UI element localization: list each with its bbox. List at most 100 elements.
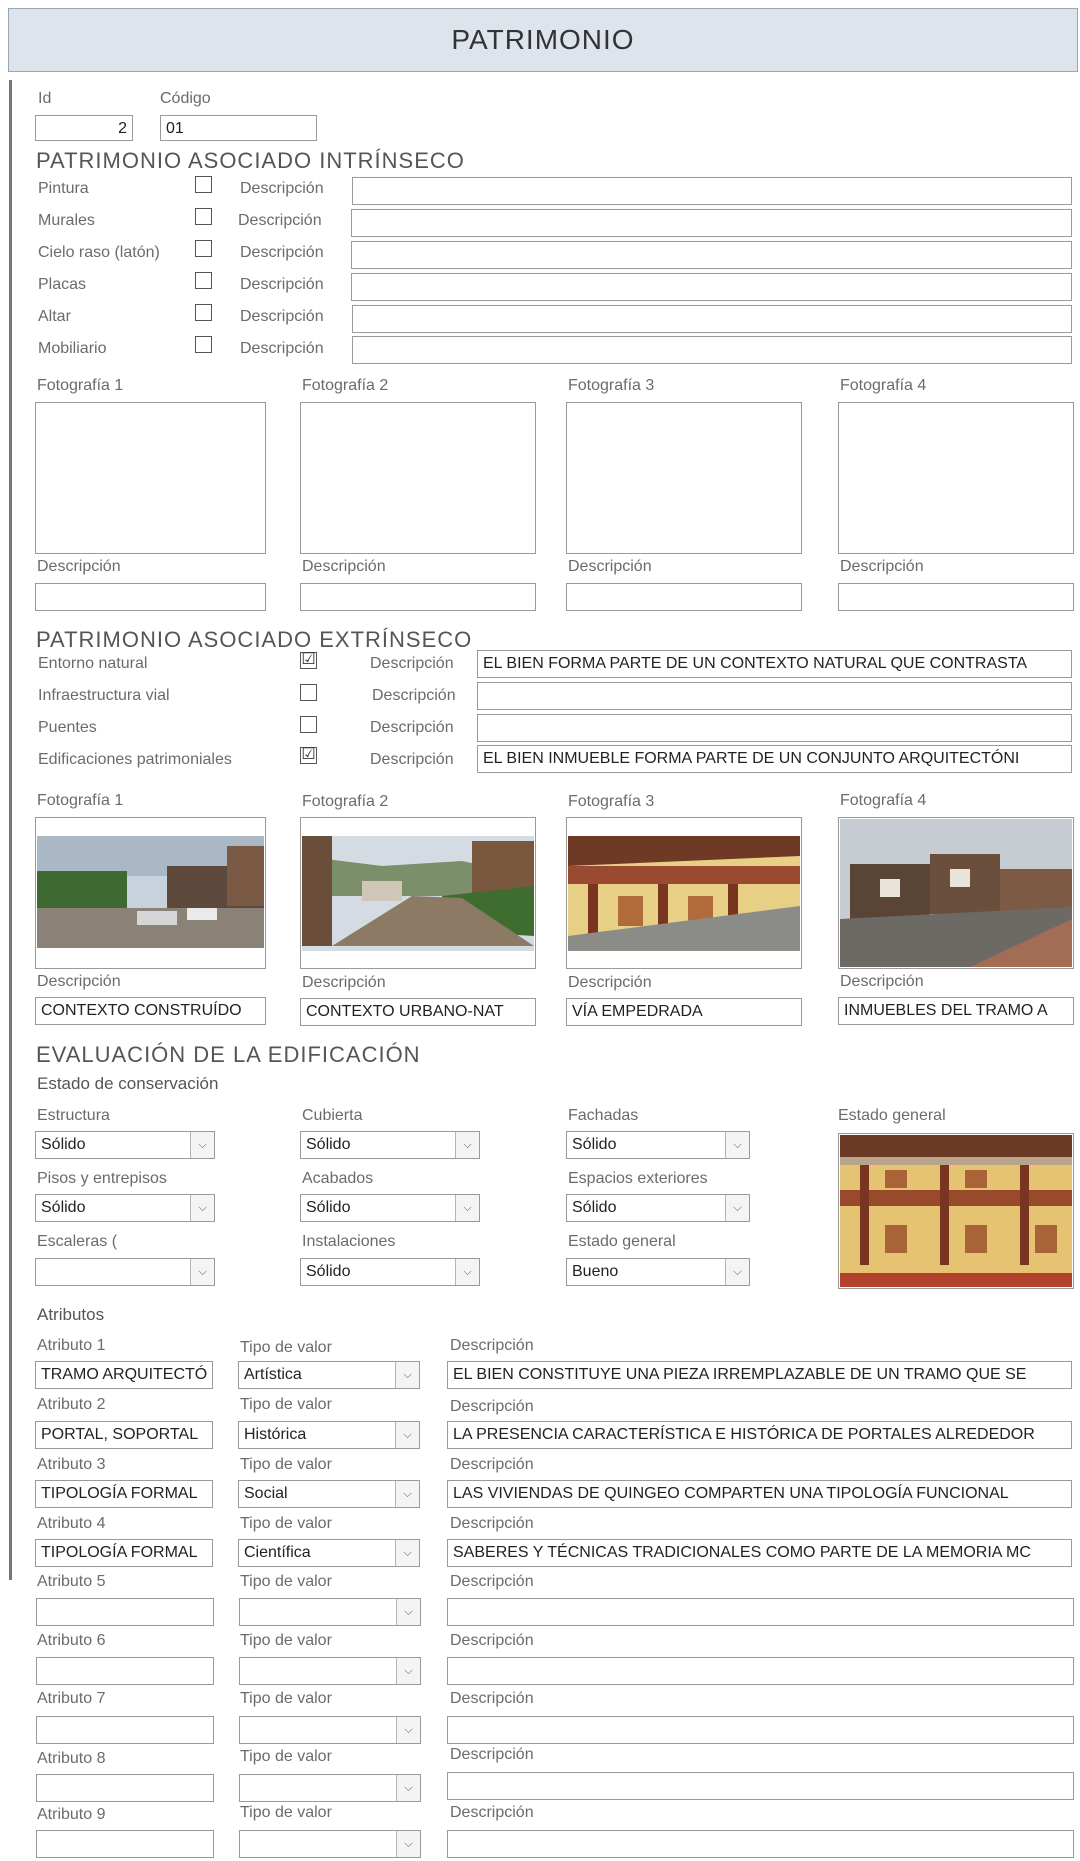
atributo-label: Atributo 4 (37, 1515, 106, 1532)
photo-desc-field[interactable]: INMUEBLES DEL TRAMO A (838, 997, 1074, 1025)
extrinseco-desc-field[interactable] (477, 714, 1072, 742)
photo-desc-field[interactable]: CONTEXTO URBANO-NAT (300, 998, 536, 1026)
atributo-field[interactable] (36, 1830, 214, 1858)
photo-frame[interactable] (35, 817, 266, 969)
tipo-valor-select[interactable]: Científica ⌵ (238, 1539, 420, 1567)
intrinseco-checkbox[interactable] (195, 240, 212, 257)
tipo-valor-select[interactable]: ⌵ (239, 1716, 421, 1744)
chevron-down-icon[interactable]: ⌵ (455, 1195, 479, 1221)
photo-desc-field[interactable] (838, 583, 1074, 611)
atributo-desc-field[interactable]: SABERES Y TÉCNICAS TRADICIONALES COMO PA… (447, 1539, 1072, 1567)
tipo-valor-select[interactable]: Artística ⌵ (238, 1361, 420, 1389)
descripcion-label: Descripción (240, 308, 324, 325)
atributo-desc-field[interactable] (447, 1716, 1074, 1744)
acabados-select[interactable]: Sólido ⌵ (300, 1194, 480, 1222)
id-field[interactable]: 2 (35, 115, 133, 141)
chevron-down-icon[interactable]: ⌵ (395, 1481, 419, 1507)
chevron-down-icon[interactable]: ⌵ (725, 1259, 749, 1285)
espacios-exteriores-select[interactable]: Sólido ⌵ (566, 1194, 750, 1222)
tipo-valor-select[interactable]: ⌵ (239, 1774, 421, 1802)
chevron-down-icon[interactable]: ⌵ (455, 1132, 479, 1158)
pisos-select[interactable]: Sólido ⌵ (35, 1194, 215, 1222)
chevron-down-icon[interactable]: ⌵ (395, 1422, 419, 1448)
atributo-desc-field[interactable] (447, 1772, 1074, 1800)
tipo-valor-select[interactable]: ⌵ (239, 1598, 421, 1626)
photo-frame[interactable] (300, 402, 536, 554)
chevron-down-icon[interactable]: ⌵ (395, 1362, 419, 1388)
chevron-down-icon[interactable]: ⌵ (725, 1132, 749, 1158)
atributo-field[interactable]: TIPOLOGÍA FORMAL (35, 1539, 213, 1567)
atributo-desc-field[interactable]: LA PRESENCIA CARACTERÍSTICA E HISTÓRICA … (447, 1421, 1072, 1449)
atributo-field[interactable]: PORTAL, SOPORTAL (35, 1421, 213, 1449)
photo-frame[interactable] (838, 402, 1074, 554)
photo-frame[interactable] (35, 402, 266, 554)
intrinseco-desc-field[interactable] (351, 209, 1072, 237)
tipo-valor-select[interactable]: ⌵ (239, 1657, 421, 1685)
field-label: Escaleras ( (37, 1233, 118, 1250)
photo-desc-field[interactable] (566, 583, 802, 611)
chevron-down-icon[interactable]: ⌵ (396, 1599, 420, 1625)
atributo-field[interactable] (36, 1657, 214, 1685)
chevron-down-icon[interactable]: ⌵ (396, 1831, 420, 1857)
photo-desc-field[interactable]: CONTEXTO CONSTRUÍDO (35, 997, 266, 1025)
intrinseco-checkbox[interactable] (195, 304, 212, 321)
atributo-field[interactable] (36, 1598, 214, 1626)
tipo-valor-select[interactable]: Histórica ⌵ (238, 1421, 420, 1449)
estado-general-select[interactable]: Bueno ⌵ (566, 1258, 750, 1286)
photo-frame[interactable] (566, 817, 802, 969)
photo-desc-field[interactable] (300, 583, 536, 611)
fachadas-select[interactable]: Sólido ⌵ (566, 1131, 750, 1159)
photo-desc-field[interactable] (35, 583, 266, 611)
extrinseco-checkbox[interactable] (300, 684, 317, 701)
extrinseco-desc-field[interactable]: EL BIEN INMUEBLE FORMA PARTE DE UN CONJU… (477, 745, 1072, 773)
atributo-desc-field[interactable] (447, 1830, 1074, 1858)
photo-frame[interactable] (566, 402, 802, 554)
codigo-field[interactable]: 01 (160, 115, 317, 141)
atributo-desc-field[interactable]: LAS VIVIENDAS DE QUINGEO COMPARTEN UNA T… (447, 1480, 1072, 1508)
intrinseco-desc-field[interactable] (351, 241, 1072, 269)
intrinseco-checkbox[interactable] (195, 272, 212, 289)
extrinseco-checkbox-checked[interactable]: ☑ (300, 652, 317, 669)
photo-frame[interactable] (300, 817, 536, 969)
intrinseco-checkbox[interactable] (195, 176, 212, 193)
intrinseco-desc-field[interactable] (352, 177, 1072, 205)
photo-desc-field[interactable]: VÍA EMPEDRADA (566, 998, 802, 1026)
chevron-down-icon[interactable]: ⌵ (190, 1195, 214, 1221)
extrinseco-desc-field[interactable]: EL BIEN FORMA PARTE DE UN CONTEXTO NATUR… (477, 650, 1072, 678)
chevron-down-icon[interactable]: ⌵ (455, 1259, 479, 1285)
atributo-desc-field[interactable] (447, 1657, 1074, 1685)
chevron-down-icon[interactable]: ⌵ (396, 1658, 420, 1684)
escaleras-select[interactable]: ⌵ (35, 1258, 215, 1286)
atributo-field[interactable]: TIPOLOGÍA FORMAL (35, 1480, 213, 1508)
photo-frame[interactable] (838, 817, 1074, 969)
intrinseco-checkbox[interactable] (195, 208, 212, 225)
atributo-field[interactable] (36, 1774, 214, 1802)
chevron-down-icon[interactable]: ⌵ (396, 1717, 420, 1743)
atributo-desc-field[interactable] (447, 1598, 1074, 1626)
tipo-valor-label: Tipo de valor (240, 1573, 332, 1590)
intrinseco-desc-field[interactable] (351, 273, 1072, 301)
intrinseco-desc-field[interactable] (352, 336, 1072, 364)
extrinseco-checkbox[interactable] (300, 716, 317, 733)
intrinseco-desc-field[interactable] (352, 305, 1072, 333)
tipo-valor-select[interactable]: Social ⌵ (238, 1480, 420, 1508)
estructura-select[interactable]: Sólido ⌵ (35, 1131, 215, 1159)
field-label: Espacios exteriores (568, 1170, 708, 1187)
extrinseco-checkbox-checked[interactable]: ☑ (300, 747, 317, 764)
tipo-valor-select[interactable]: ⌵ (239, 1830, 421, 1858)
atributo-label: Atributo 6 (37, 1632, 106, 1649)
chevron-down-icon[interactable]: ⌵ (190, 1259, 214, 1285)
atributo-desc-field[interactable]: EL BIEN CONSTITUYE UNA PIEZA IRREMPLAZAB… (447, 1361, 1072, 1389)
select-value: Sólido (306, 1199, 351, 1216)
chevron-down-icon[interactable]: ⌵ (190, 1132, 214, 1158)
chevron-down-icon[interactable]: ⌵ (395, 1540, 419, 1566)
estado-general-photo-frame[interactable] (838, 1133, 1074, 1289)
extrinseco-desc-field[interactable] (477, 682, 1072, 710)
chevron-down-icon[interactable]: ⌵ (725, 1195, 749, 1221)
atributo-field[interactable]: TRAMO ARQUITECTÓ (35, 1361, 213, 1389)
intrinseco-checkbox[interactable] (195, 336, 212, 353)
instalaciones-select[interactable]: Sólido ⌵ (300, 1258, 480, 1286)
chevron-down-icon[interactable]: ⌵ (396, 1775, 420, 1801)
atributo-field[interactable] (36, 1716, 214, 1744)
cubierta-select[interactable]: Sólido ⌵ (300, 1131, 480, 1159)
